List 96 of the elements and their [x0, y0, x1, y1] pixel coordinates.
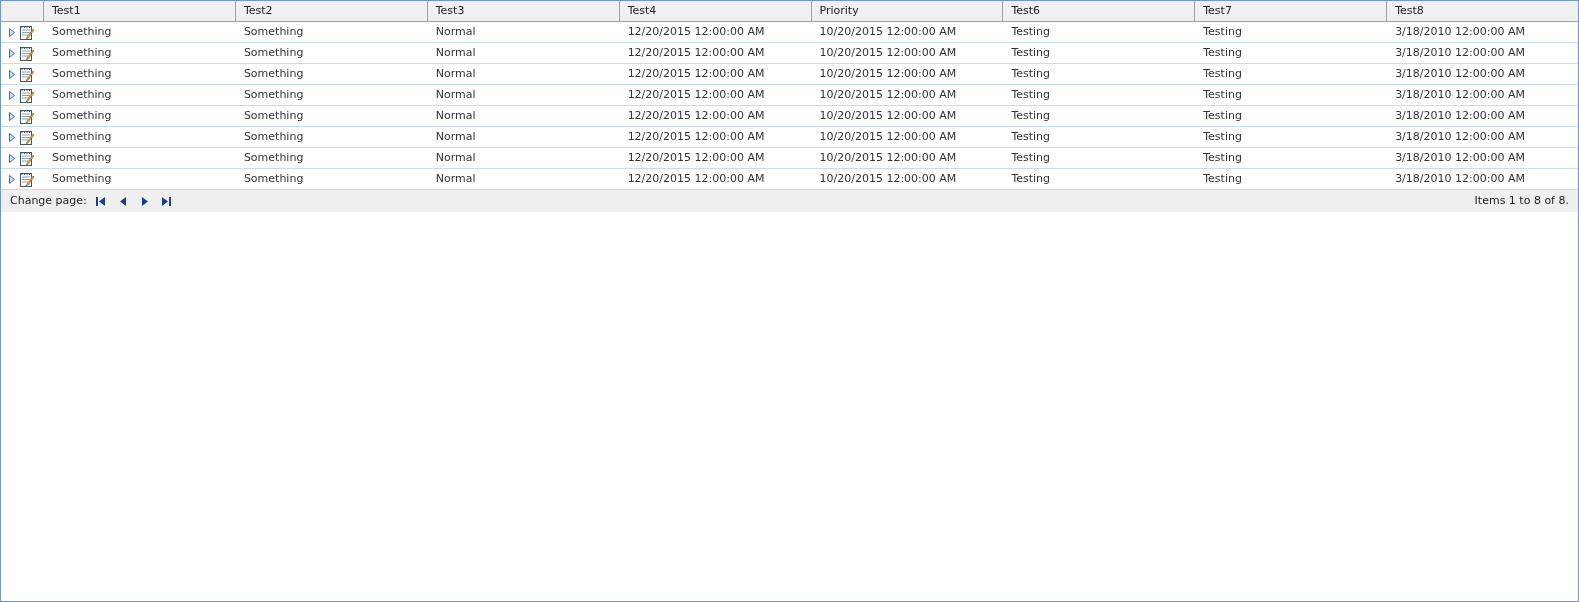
- last-page-button[interactable]: [160, 195, 173, 207]
- table-cell-text: 10/20/2015 12:00:00 AM: [818, 107, 958, 124]
- table-cell-text: Normal: [434, 107, 477, 124]
- table-cell-text: Testing: [1010, 107, 1052, 124]
- notepad-pencil-icon[interactable]: [19, 66, 34, 82]
- table-cell-text: Something: [242, 86, 305, 103]
- table-cell-text: Testing: [1202, 86, 1243, 103]
- table-cell-text: Normal: [434, 170, 477, 187]
- table-cell-text: Something: [51, 86, 113, 103]
- table-cell-text: Something: [51, 65, 113, 82]
- pager-summary: Items 1 to 8 of 8.: [1474, 192, 1569, 209]
- table-cell-text: Testing: [1202, 23, 1243, 40]
- table-cell-text: Testing: [1202, 65, 1243, 82]
- pager-label: Change page:: [10, 192, 87, 209]
- table-cell-text: 12/20/2015 12:00:00 AM: [626, 23, 766, 40]
- expand-toggle[interactable]: [9, 48, 15, 58]
- column-header[interactable]: Test3: [435, 3, 465, 20]
- notepad-pencil-icon[interactable]: [19, 150, 34, 166]
- notepad-pencil-icon[interactable]: [19, 87, 34, 103]
- table-cell-text: Normal: [434, 23, 477, 40]
- table-cell-text: 12/20/2015 12:00:00 AM: [626, 128, 766, 145]
- table-cell-text: Something: [51, 44, 113, 61]
- table-cell-text: 3/18/2010 12:00:00 AM: [1394, 44, 1526, 61]
- table-cell-text: Testing: [1202, 44, 1243, 61]
- column-header[interactable]: Priority: [819, 3, 859, 20]
- table-cell-text: Normal: [434, 44, 477, 61]
- table-cell-text: 3/18/2010 12:00:00 AM: [1394, 23, 1526, 40]
- table-cell-text: 12/20/2015 12:00:00 AM: [626, 170, 766, 187]
- notepad-pencil-icon[interactable]: [19, 129, 34, 145]
- table-cell-text: Testing: [1010, 128, 1052, 145]
- table-cell-text: Testing: [1010, 23, 1052, 40]
- column-header[interactable]: Test2: [243, 3, 273, 20]
- table-cell-text: Testing: [1010, 149, 1052, 166]
- table-cell-text: Testing: [1202, 107, 1243, 124]
- table-cell-text: 12/20/2015 12:00:00 AM: [626, 107, 766, 124]
- last-page-icon: [162, 196, 172, 206]
- table-cell-text: Testing: [1010, 44, 1052, 61]
- table-cell-text: Something: [51, 23, 113, 40]
- table-cell-text: Something: [242, 107, 305, 124]
- table-cell-text: 10/20/2015 12:00:00 AM: [818, 23, 958, 40]
- notepad-pencil-icon[interactable]: [19, 45, 34, 61]
- table-cell-text: 12/20/2015 12:00:00 AM: [626, 86, 766, 103]
- table-cell-text: 10/20/2015 12:00:00 AM: [818, 44, 958, 61]
- first-page-icon: [96, 196, 106, 206]
- table-cell-text: Something: [242, 149, 305, 166]
- table-cell-text: 10/20/2015 12:00:00 AM: [818, 170, 958, 187]
- table-cell-text: 10/20/2015 12:00:00 AM: [818, 86, 958, 103]
- next-page-icon: [141, 196, 148, 206]
- table-cell-text: 12/20/2015 12:00:00 AM: [626, 149, 766, 166]
- table-cell-text: Something: [242, 23, 305, 40]
- table-cell-text: Testing: [1202, 128, 1243, 145]
- column-header[interactable]: Test1: [52, 3, 81, 20]
- table-cell-text: Testing: [1202, 170, 1243, 187]
- table-cell-text: Something: [51, 170, 113, 187]
- table-cell-text: Something: [242, 128, 305, 145]
- expand-toggle[interactable]: [9, 132, 15, 142]
- expand-toggle[interactable]: [9, 111, 15, 121]
- expand-toggle[interactable]: [9, 27, 15, 37]
- table-cell-text: Normal: [434, 149, 477, 166]
- table-cell-text: Something: [51, 107, 113, 124]
- table-cell-text: 10/20/2015 12:00:00 AM: [818, 65, 958, 82]
- table-cell-text: 10/20/2015 12:00:00 AM: [818, 149, 958, 166]
- column-header[interactable]: Test4: [627, 3, 657, 20]
- table-cell-text: Something: [51, 128, 113, 145]
- table-cell-text: 3/18/2010 12:00:00 AM: [1394, 128, 1526, 145]
- notepad-pencil-icon[interactable]: [19, 171, 34, 187]
- table-cell-text: 3/18/2010 12:00:00 AM: [1394, 107, 1526, 124]
- notepad-pencil-icon[interactable]: [19, 24, 34, 40]
- table-cell-text: Normal: [434, 128, 477, 145]
- column-header[interactable]: Test8: [1395, 3, 1424, 20]
- table-cell-text: Testing: [1202, 149, 1243, 166]
- table-cell-text: Normal: [434, 86, 477, 103]
- expand-toggle[interactable]: [9, 153, 15, 163]
- table-cell-text: 3/18/2010 12:00:00 AM: [1394, 149, 1526, 166]
- column-header[interactable]: Test7: [1203, 3, 1232, 20]
- table-cell-text: 12/20/2015 12:00:00 AM: [626, 65, 766, 82]
- table-cell-text: Something: [242, 65, 305, 82]
- table-cell-text: 10/20/2015 12:00:00 AM: [818, 128, 958, 145]
- table-cell-text: Testing: [1010, 65, 1052, 82]
- table-cell-text: Something: [242, 44, 305, 61]
- table-cell-text: 12/20/2015 12:00:00 AM: [626, 44, 766, 61]
- table-cell-text: Something: [51, 149, 113, 166]
- table-cell-text: 3/18/2010 12:00:00 AM: [1394, 170, 1526, 187]
- table-cell-text: Normal: [434, 65, 477, 82]
- notepad-pencil-icon[interactable]: [19, 108, 34, 124]
- expand-toggle[interactable]: [9, 90, 15, 100]
- previous-page-icon: [119, 196, 126, 206]
- first-page-button[interactable]: [94, 195, 107, 207]
- expand-toggle[interactable]: [9, 69, 15, 79]
- expand-toggle[interactable]: [9, 174, 15, 184]
- table-cell-text: 3/18/2010 12:00:00 AM: [1394, 86, 1526, 103]
- table-cell-text: Something: [242, 170, 305, 187]
- table-cell-text: Testing: [1010, 86, 1052, 103]
- table-cell-text: Testing: [1010, 170, 1052, 187]
- column-header[interactable]: Test6: [1011, 3, 1041, 20]
- table-cell-text: 3/18/2010 12:00:00 AM: [1394, 65, 1526, 82]
